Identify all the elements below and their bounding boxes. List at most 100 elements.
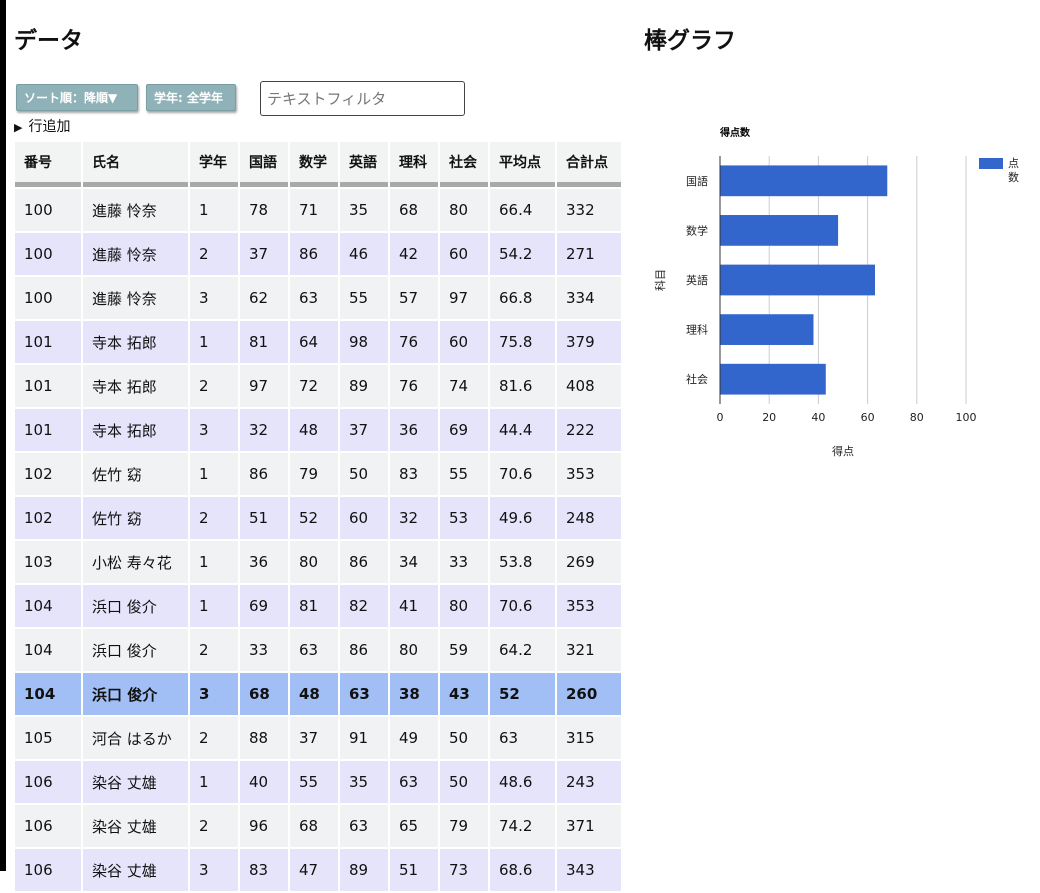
table-cell: 86 bbox=[340, 629, 388, 671]
bar-chart: 得点数 国語 数学 英語 理科 社会 0 20 40 60 80 100 得点 科目 点数 bbox=[644, 100, 1034, 480]
category-label: 社会 bbox=[686, 372, 708, 386]
table-row[interactable]: 100 進藤 怜奈 1 78 71 35 68 80 66.4 332 bbox=[15, 189, 621, 231]
table-row[interactable]: 100 進藤 怜奈 2 37 86 46 42 60 54.2 271 bbox=[15, 233, 621, 275]
table-cell: 74.2 bbox=[490, 805, 555, 847]
column-header[interactable]: 社会 bbox=[440, 142, 488, 187]
table-row[interactable]: 101 寺本 拓郎 3 32 48 37 36 69 44.4 222 bbox=[15, 409, 621, 451]
table-row[interactable]: 106 染谷 丈雄 3 83 47 89 51 73 68.6 343 bbox=[15, 849, 621, 891]
table-row[interactable]: 106 染谷 丈雄 2 96 68 63 65 79 74.2 371 bbox=[15, 805, 621, 847]
column-header[interactable]: 数学 bbox=[290, 142, 338, 187]
table-cell: 64.2 bbox=[490, 629, 555, 671]
table-cell: 104 bbox=[15, 629, 81, 671]
table-cell: 2 bbox=[190, 233, 238, 275]
column-header[interactable]: 番号 bbox=[15, 142, 81, 187]
table-cell: 1 bbox=[190, 453, 238, 495]
table-row[interactable]: 104 浜口 俊介 2 33 63 86 80 59 64.2 321 bbox=[15, 629, 621, 671]
table-cell: 271 bbox=[557, 233, 621, 275]
table-row[interactable]: 100 進藤 怜奈 3 62 63 55 57 97 66.8 334 bbox=[15, 277, 621, 319]
table-cell: 96 bbox=[240, 805, 288, 847]
table-cell: 68.6 bbox=[490, 849, 555, 891]
add-row-toggle[interactable]: ▶ 行追加 bbox=[14, 118, 70, 137]
table-cell: 353 bbox=[557, 585, 621, 627]
table-cell: 379 bbox=[557, 321, 621, 363]
category-label: 英語 bbox=[686, 273, 708, 287]
table-cell: 79 bbox=[440, 805, 488, 847]
column-header[interactable]: 氏名 bbox=[83, 142, 188, 187]
column-header[interactable]: 合計点 bbox=[557, 142, 621, 187]
table-cell: 408 bbox=[557, 365, 621, 407]
table-cell: 浜口 俊介 bbox=[83, 585, 188, 627]
table-cell: 2 bbox=[190, 717, 238, 759]
table-cell: 332 bbox=[557, 189, 621, 231]
add-row-label: 行追加 bbox=[28, 119, 71, 135]
table-cell: 35 bbox=[340, 189, 388, 231]
data-heading: データ bbox=[14, 28, 83, 54]
column-header[interactable]: 理科 bbox=[390, 142, 438, 187]
table-cell: 63 bbox=[490, 717, 555, 759]
table-row[interactable]: 102 佐竹 窈 2 51 52 60 32 53 49.6 248 bbox=[15, 497, 621, 539]
table-cell: 88 bbox=[240, 717, 288, 759]
table-cell: 68 bbox=[240, 673, 288, 715]
table-cell: 86 bbox=[340, 541, 388, 583]
table-cell: 106 bbox=[15, 805, 81, 847]
table-cell: 2 bbox=[190, 365, 238, 407]
table-cell: 82 bbox=[340, 585, 388, 627]
chart-heading: 棒グラフ bbox=[644, 28, 736, 54]
table-row[interactable]: 101 寺本 拓郎 2 97 72 89 76 74 81.6 408 bbox=[15, 365, 621, 407]
table-cell: 50 bbox=[340, 453, 388, 495]
table-cell: 83 bbox=[240, 849, 288, 891]
table-cell: 53 bbox=[440, 497, 488, 539]
table-cell: 55 bbox=[340, 277, 388, 319]
table-row[interactable]: 101 寺本 拓郎 1 81 64 98 76 60 75.8 379 bbox=[15, 321, 621, 363]
table-cell: 101 bbox=[15, 409, 81, 451]
column-header[interactable]: 国語 bbox=[240, 142, 288, 187]
table-cell: 49 bbox=[390, 717, 438, 759]
table-cell: 37 bbox=[240, 233, 288, 275]
legend-label: 点数 bbox=[1008, 157, 1019, 184]
table-cell: 60 bbox=[440, 321, 488, 363]
table-cell: 80 bbox=[440, 189, 488, 231]
table-cell: 1 bbox=[190, 585, 238, 627]
table-row[interactable]: 103 小松 寿々花 1 36 80 86 34 33 53.8 269 bbox=[15, 541, 621, 583]
table-cell: 32 bbox=[390, 497, 438, 539]
table-cell: 63 bbox=[290, 629, 338, 671]
table-cell: 79 bbox=[290, 453, 338, 495]
column-header[interactable]: 平均点 bbox=[490, 142, 555, 187]
sort-order-button[interactable]: ソート順：降順▼ bbox=[16, 84, 138, 111]
grade-filter-button[interactable]: 学年: 全学年 bbox=[146, 84, 236, 111]
table-cell: 69 bbox=[240, 585, 288, 627]
table-row[interactable]: 105 河合 はるか 2 88 37 91 49 50 63 315 bbox=[15, 717, 621, 759]
table-cell: 97 bbox=[440, 277, 488, 319]
table-cell: 佐竹 窈 bbox=[83, 497, 188, 539]
column-header[interactable]: 学年 bbox=[190, 142, 238, 187]
table-cell: 2 bbox=[190, 805, 238, 847]
table-cell: 染谷 丈雄 bbox=[83, 849, 188, 891]
table-row[interactable]: 104 浜口 俊介 1 69 81 82 41 80 70.6 353 bbox=[15, 585, 621, 627]
table-cell: 98 bbox=[340, 321, 388, 363]
table-row[interactable]: 104 浜口 俊介 3 68 48 63 38 43 52 260 bbox=[15, 673, 621, 715]
table-cell: 1 bbox=[190, 541, 238, 583]
x-tick-label: 20 bbox=[762, 411, 776, 424]
table-cell: 65 bbox=[390, 805, 438, 847]
table-cell: 進藤 怜奈 bbox=[83, 189, 188, 231]
table-cell: 321 bbox=[557, 629, 621, 671]
table-cell: 334 bbox=[557, 277, 621, 319]
table-cell: 63 bbox=[390, 761, 438, 803]
table-cell: 81.6 bbox=[490, 365, 555, 407]
table-header-row: 番号 氏名 学年 国語 数学 英語 理科 社会 平均点 合計点 bbox=[15, 142, 621, 187]
x-tick-label: 0 bbox=[717, 411, 724, 424]
column-header[interactable]: 英語 bbox=[340, 142, 388, 187]
table-row[interactable]: 106 染谷 丈雄 1 40 55 35 63 50 48.6 243 bbox=[15, 761, 621, 803]
table-cell: 33 bbox=[240, 629, 288, 671]
text-filter-input[interactable] bbox=[260, 81, 465, 116]
table-row[interactable]: 102 佐竹 窈 1 86 79 50 83 55 70.6 353 bbox=[15, 453, 621, 495]
table-cell: 55 bbox=[290, 761, 338, 803]
window-left-edge bbox=[0, 0, 6, 871]
table-cell: 2 bbox=[190, 629, 238, 671]
table-cell: 80 bbox=[440, 585, 488, 627]
table-cell: 371 bbox=[557, 805, 621, 847]
table-cell: 寺本 拓郎 bbox=[83, 409, 188, 451]
table-cell: 101 bbox=[15, 321, 81, 363]
table-cell: 91 bbox=[340, 717, 388, 759]
table-cell: 60 bbox=[440, 233, 488, 275]
